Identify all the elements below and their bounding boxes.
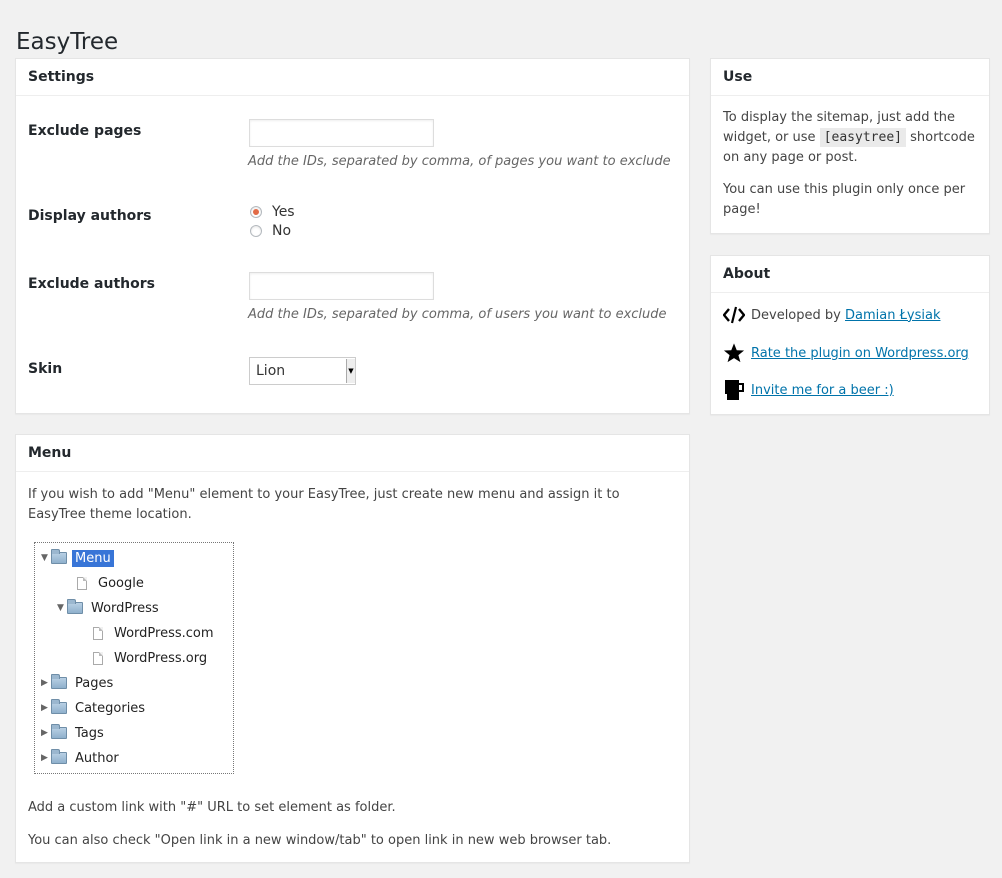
use-title: Use <box>711 59 989 96</box>
exclude-pages-description: Add the IDs, separated by comma, of page… <box>248 154 671 169</box>
folder-icon <box>67 599 83 614</box>
developer-link[interactable]: Damian Łysiak <box>845 308 940 323</box>
tree-node-google[interactable]: Google <box>77 573 147 593</box>
star-icon <box>723 343 745 363</box>
tree-node-author[interactable]: ▶ Author <box>41 748 122 768</box>
radio-yes-label: Yes <box>272 204 295 220</box>
display-authors-label: Display authors <box>28 208 152 224</box>
exclude-authors-label: Exclude authors <box>28 276 155 292</box>
radio-yes[interactable] <box>250 206 262 218</box>
menu-note-new-window: You can also check "Open link in a new w… <box>28 833 612 848</box>
triangle-down-icon[interactable]: ▼ <box>41 553 51 563</box>
display-authors-no[interactable]: No <box>250 223 291 239</box>
use-instructions: To display the sitemap, just add the wid… <box>723 108 977 168</box>
file-icon <box>77 576 87 590</box>
use-box: Use To display the sitemap, just add the… <box>710 58 990 234</box>
tree-node-tags[interactable]: ▶ Tags <box>41 723 107 743</box>
file-icon <box>93 626 103 640</box>
rate-plugin-link[interactable]: Rate the plugin on Wordpress.org <box>751 346 969 361</box>
menu-intro: If you wish to add "Menu" element to you… <box>28 487 620 522</box>
developed-by-text: Developed by <box>751 307 841 323</box>
skin-select-value: Lion <box>256 363 286 379</box>
radio-no[interactable] <box>250 225 262 237</box>
tree-node-wordpress-com[interactable]: WordPress.com <box>93 623 217 643</box>
display-authors-yes[interactable]: Yes <box>250 204 295 220</box>
skin-select[interactable]: Lion ▼ <box>249 357 356 385</box>
tree-node-categories[interactable]: ▶ Categories <box>41 698 148 718</box>
exclude-pages-label: Exclude pages <box>28 123 142 139</box>
triangle-right-icon[interactable]: ▶ <box>41 728 51 738</box>
tree-node-label: Categories <box>75 700 146 716</box>
chevron-down-icon: ▼ <box>346 359 355 383</box>
about-developer: Developed by Damian Łysiak <box>723 306 940 324</box>
triangle-right-icon[interactable]: ▶ <box>41 678 51 688</box>
page-title: EasyTree <box>16 29 119 56</box>
folder-icon <box>51 699 67 714</box>
beer-link[interactable]: Invite me for a beer :) <box>751 383 894 398</box>
tree-node-wordpress-org[interactable]: WordPress.org <box>93 648 210 668</box>
skin-label: Skin <box>28 361 63 377</box>
tree-node-label: Pages <box>75 675 114 691</box>
radio-no-label: No <box>272 223 292 239</box>
settings-title: Settings <box>16 59 689 96</box>
tree-node-label: Google <box>98 575 144 591</box>
tree-node-label: Menu <box>72 549 114 567</box>
exclude-authors-description: Add the IDs, separated by comma, of user… <box>248 307 667 322</box>
about-title: About <box>711 256 989 293</box>
menu-note-folder: Add a custom link with "#" URL to set el… <box>28 800 396 815</box>
use-note: You can use this plugin only once per pa… <box>723 182 966 217</box>
shortcode: [easytree] <box>819 128 906 147</box>
exclude-pages-input[interactable] <box>249 119 434 147</box>
menu-tree-preview: ▼ Menu Google ▼ WordPress WordPress.com … <box>34 542 234 774</box>
file-icon <box>93 651 103 665</box>
settings-box: Settings Exclude pages Add the IDs, sepa… <box>15 58 690 414</box>
tree-node-label: WordPress.org <box>114 650 208 666</box>
code-icon <box>723 306 745 324</box>
tree-node-label: WordPress <box>91 600 159 616</box>
tree-node-menu[interactable]: ▼ Menu <box>41 548 114 568</box>
about-rate: Rate the plugin on Wordpress.org <box>723 342 969 364</box>
triangle-right-icon[interactable]: ▶ <box>41 703 51 713</box>
about-beer: Invite me for a beer :) <box>723 378 894 402</box>
beer-mug-icon <box>725 380 744 400</box>
triangle-down-icon[interactable]: ▼ <box>57 603 67 613</box>
tree-node-label: WordPress.com <box>114 625 214 641</box>
tree-node-label: Tags <box>75 725 104 741</box>
folder-icon <box>51 549 67 564</box>
tree-node-wordpress[interactable]: ▼ WordPress <box>57 598 162 618</box>
folder-icon <box>51 724 67 739</box>
exclude-authors-input[interactable] <box>249 272 434 300</box>
tree-node-pages[interactable]: ▶ Pages <box>41 673 116 693</box>
about-box: About Developed by Damian Łysiak Rate th… <box>710 255 990 415</box>
tree-node-label: Author <box>75 750 119 766</box>
folder-icon <box>51 674 67 689</box>
triangle-right-icon[interactable]: ▶ <box>41 753 51 763</box>
menu-title: Menu <box>16 435 689 472</box>
menu-box: Menu If you wish to add "Menu" element t… <box>15 434 690 863</box>
folder-icon <box>51 749 67 764</box>
